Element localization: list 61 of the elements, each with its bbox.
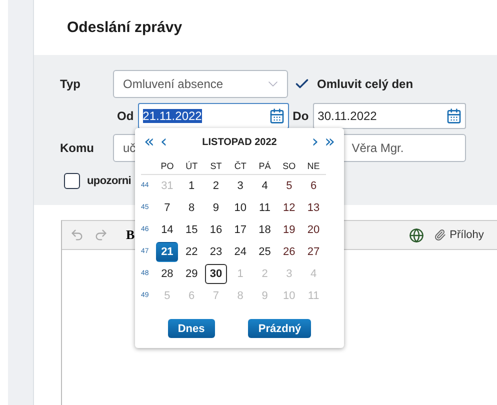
weekday-label: PO [155, 158, 180, 175]
calendar-day[interactable]: 7 [156, 198, 178, 218]
calendar-day[interactable]: 19 [278, 220, 300, 240]
calendar-day[interactable]: 27 [302, 242, 325, 262]
calendar-day[interactable]: 1 [180, 176, 203, 196]
calendar-day[interactable]: 26 [278, 242, 300, 262]
calendar-day[interactable]: 20 [302, 220, 325, 240]
calendar-day[interactable]: 17 [229, 220, 252, 240]
calendar-day[interactable]: 16 [204, 220, 228, 240]
recipient-label: Komu [60, 141, 95, 155]
page-title: Odeslání zprávy [67, 19, 182, 36]
notify-checkbox[interactable] [64, 173, 80, 189]
next-year-button[interactable]: » [322, 134, 338, 150]
paperclip-icon [434, 229, 446, 241]
from-label: Od [117, 109, 134, 123]
calendar-day[interactable]: 29 [180, 264, 203, 284]
calendar-day[interactable]: 3 [229, 176, 252, 196]
bold-button[interactable]: B [126, 227, 135, 243]
weekday-label: ČT [228, 158, 253, 175]
calendar-day[interactable]: 21 [156, 242, 178, 262]
month-title: LISTOPAD 2022 [201, 136, 278, 148]
globe-icon[interactable] [408, 228, 424, 242]
notify-label: upozorni [87, 175, 132, 187]
whole-day-label: Omluvit celý den [317, 77, 414, 91]
next-month-button[interactable]: › [308, 134, 322, 150]
previous-month-button[interactable]: ‹ [157, 134, 170, 150]
weekday-label: ÚT [179, 158, 204, 175]
calendar-day[interactable]: 6 [302, 176, 325, 196]
calendar-day[interactable]: 5 [278, 176, 300, 196]
clear-button[interactable]: Prázdný [248, 319, 312, 338]
calendar-icon[interactable] [446, 108, 462, 124]
to-label: Do [292, 109, 309, 123]
previous-year-button[interactable]: « [141, 134, 158, 150]
calendar-day[interactable]: 11 [254, 198, 276, 218]
calendar-day[interactable]: 30 [204, 264, 228, 284]
type-dropdown[interactable]: Omluvení absence [113, 70, 288, 98]
weekday-label: NE [301, 158, 326, 175]
calendar-day[interactable]: 15 [180, 220, 203, 240]
calendar-day[interactable]: 23 [204, 242, 228, 262]
calendar-day[interactable]: 13 [302, 198, 325, 218]
from-date-field[interactable]: 21.11.2022 [138, 103, 289, 129]
calendar-day[interactable]: 14 [156, 220, 178, 240]
calendar-day[interactable]: 2 [204, 176, 228, 196]
weekday-label: SO [276, 158, 302, 175]
to-date-field[interactable]: 30.11.2022 [312, 103, 466, 129]
today-button[interactable]: Dnes [168, 319, 215, 338]
calendar-day[interactable]: 18 [254, 220, 276, 240]
calendar-day[interactable]: 12 [278, 198, 300, 218]
calendar-icon[interactable] [268, 108, 285, 124]
calendar-day[interactable]: 9 [204, 198, 228, 218]
calendar-day[interactable]: 25 [254, 242, 276, 262]
calendar-day[interactable]: 8 [180, 198, 203, 218]
attachments-button[interactable]: Přílohy [434, 229, 484, 241]
type-label: Typ [60, 77, 82, 91]
calendar-day[interactable]: 24 [229, 242, 252, 262]
calendar-day[interactable]: 22 [180, 242, 203, 262]
weekday-label: PÁ [252, 158, 277, 175]
calendar-day[interactable]: 28 [156, 264, 178, 284]
calendar-day[interactable]: 10 [229, 198, 252, 218]
weekday-label: ST [204, 158, 228, 175]
calendar-day[interactable]: 4 [254, 176, 276, 196]
